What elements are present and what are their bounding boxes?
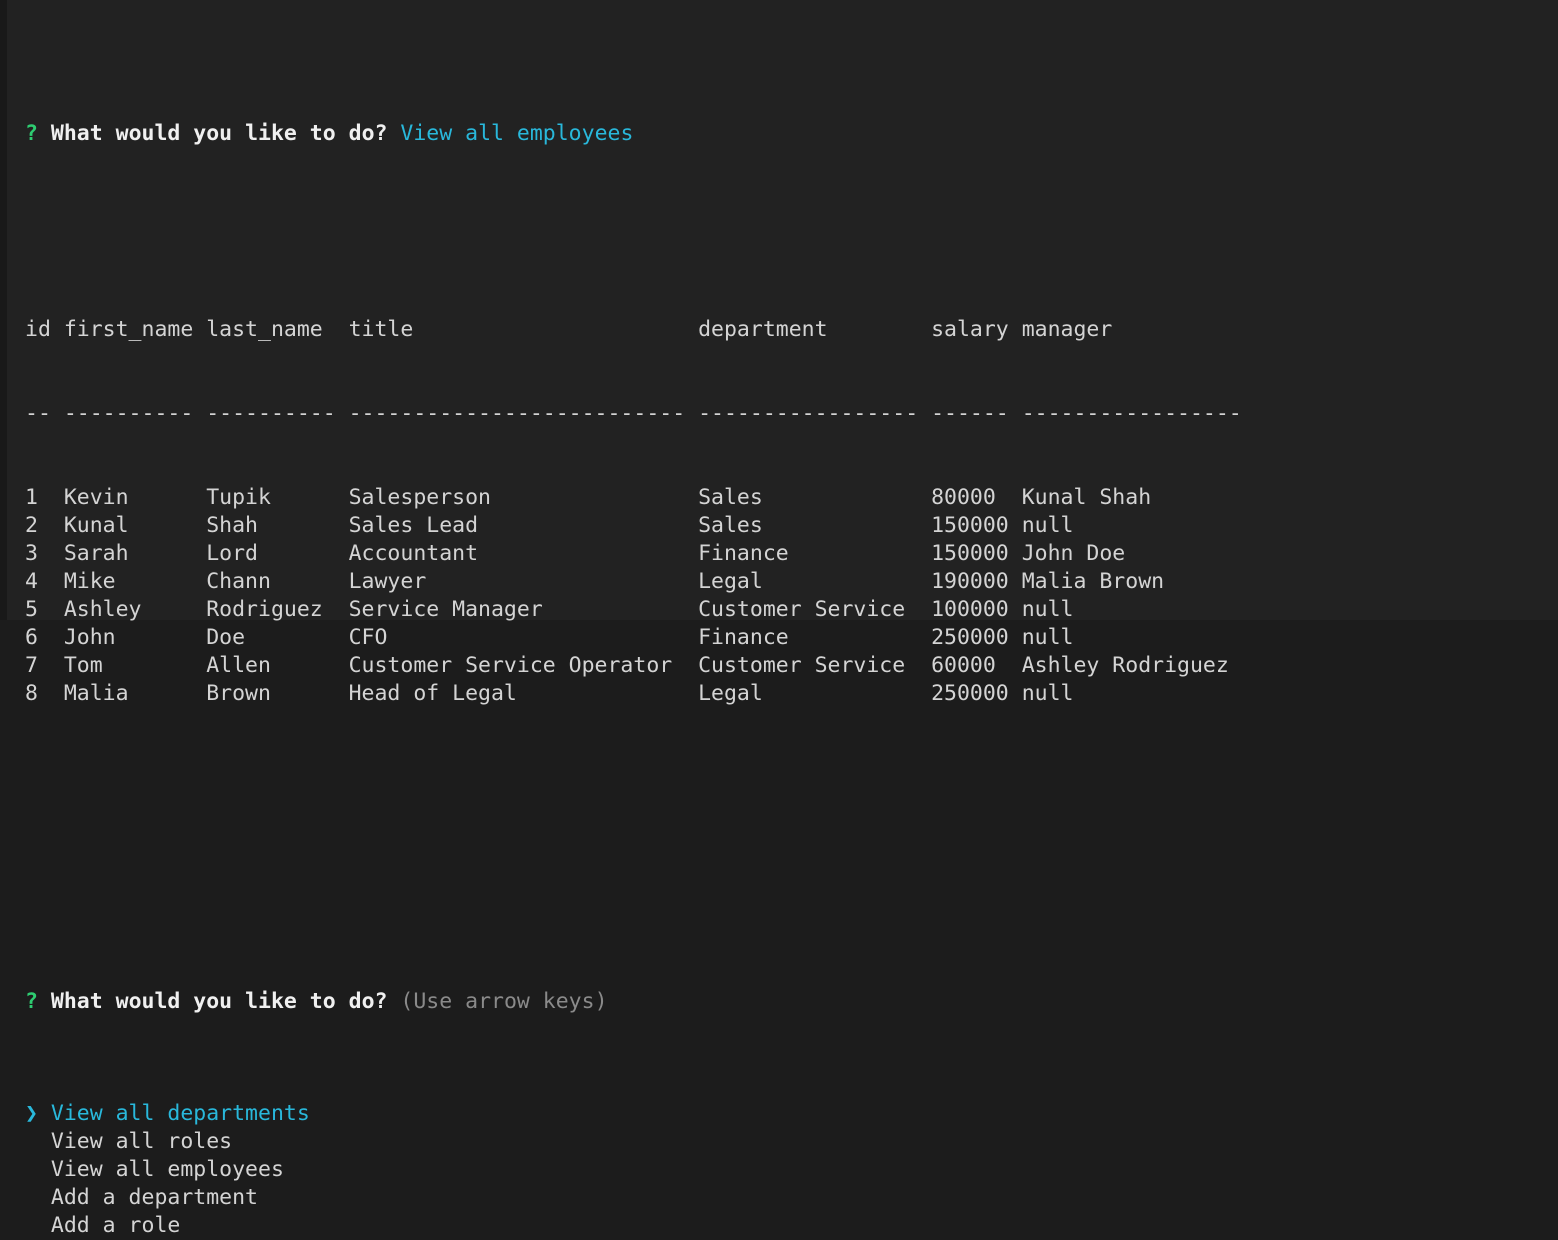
table-row: 3 Sarah Lord Accountant Finance 150000 J… xyxy=(25,541,1126,566)
choice-item[interactable]: View all employees xyxy=(25,1156,1558,1184)
arrow-keys-hint: (Use arrow keys) xyxy=(400,989,608,1014)
choice-item-selected[interactable]: ❯ View all departments xyxy=(25,1100,1558,1128)
answered-prompt-answer: View all employees xyxy=(400,121,634,146)
table-header-row: id first_name last_name title department… xyxy=(25,317,1113,342)
active-prompt-line: ? What would you like to do? (Use arrow … xyxy=(25,988,1558,1016)
choice-indent xyxy=(25,1213,51,1238)
question-marker-icon: ? xyxy=(25,121,38,146)
active-prompt-question: What would you like to do? xyxy=(50,989,388,1014)
table-row: 6 John Doe CFO Finance 250000 null xyxy=(25,625,1074,650)
table-row: 7 Tom Allen Customer Service Operator Cu… xyxy=(25,653,1229,678)
choice-label: View all departments xyxy=(50,1101,310,1126)
choice-item[interactable]: View all roles xyxy=(25,1128,1558,1156)
choice-label: View all employees xyxy=(50,1157,284,1182)
table-header-rule: -- ---------- ---------- ---------------… xyxy=(25,401,1242,426)
selection-pointer-icon: ❯ xyxy=(25,1101,51,1126)
choice-list: ❯ View all departments View all roles Vi… xyxy=(25,1100,1558,1240)
table-row: 1 Kevin Tupik Salesperson Sales 80000 Ku… xyxy=(25,485,1152,510)
terminal-window: ? What would you like to do? View all em… xyxy=(0,0,1558,1238)
choice-indent xyxy=(25,1185,51,1210)
answered-prompt-question: What would you like to do? xyxy=(50,121,388,146)
table-row: 8 Malia Brown Head of Legal Legal 250000… xyxy=(25,681,1074,706)
choice-item[interactable]: Add a role xyxy=(25,1212,1558,1240)
choice-indent xyxy=(25,1129,51,1154)
table-row: 2 Kunal Shah Sales Lead Sales 150000 nul… xyxy=(25,513,1074,538)
table-body: 1 Kevin Tupik Salesperson Sales 80000 Ku… xyxy=(25,484,1558,708)
table-row: 4 Mike Chann Lawyer Legal 190000 Malia B… xyxy=(25,569,1165,594)
choice-item[interactable]: Add a department xyxy=(25,1184,1558,1212)
employee-table: id first_name last_name title department… xyxy=(25,260,1558,764)
question-marker-icon-active: ? xyxy=(25,989,38,1014)
choice-label: View all roles xyxy=(50,1129,233,1154)
answered-prompt-line: ? What would you like to do? View all em… xyxy=(25,120,1558,148)
choice-label: Add a role xyxy=(50,1213,181,1238)
choice-indent xyxy=(25,1157,51,1182)
choice-label: Add a department xyxy=(50,1185,258,1210)
